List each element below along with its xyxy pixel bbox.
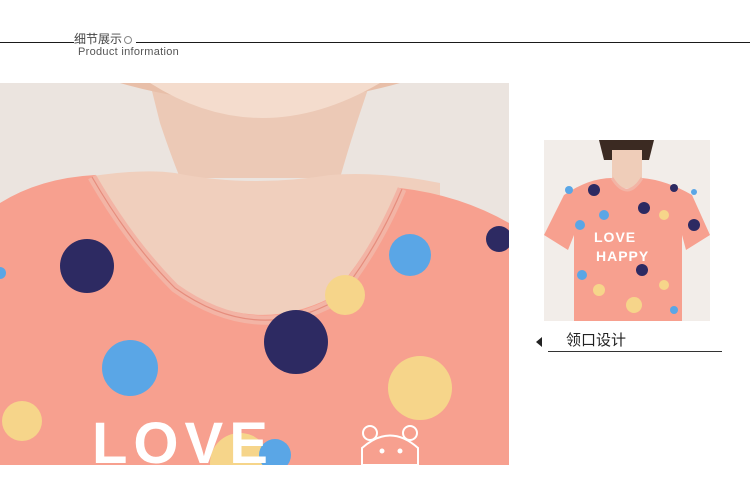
section-title-cn: 细节展示 (74, 32, 123, 46)
section-title: 细节展示 (74, 30, 137, 47)
caption: 领口设计 (536, 328, 722, 354)
circle-bullet-icon (124, 35, 133, 44)
thumb-print-line1: LOVE (594, 229, 636, 245)
shirt-print-text: LOVE (92, 411, 274, 465)
thumb-print-line2: HAPPY (596, 248, 649, 264)
tshirt-full-image: LOVE HAPPY (544, 140, 710, 321)
section-subtitle: Product information (78, 46, 180, 58)
caption-underline (548, 351, 722, 352)
thumbnail-photo: LOVE HAPPY (544, 140, 710, 321)
main-detail-photo: LOVE (0, 83, 509, 465)
neckline-closeup-image: LOVE (0, 83, 509, 465)
triangle-left-icon (536, 337, 542, 347)
caption-label: 领口设计 (566, 331, 627, 349)
